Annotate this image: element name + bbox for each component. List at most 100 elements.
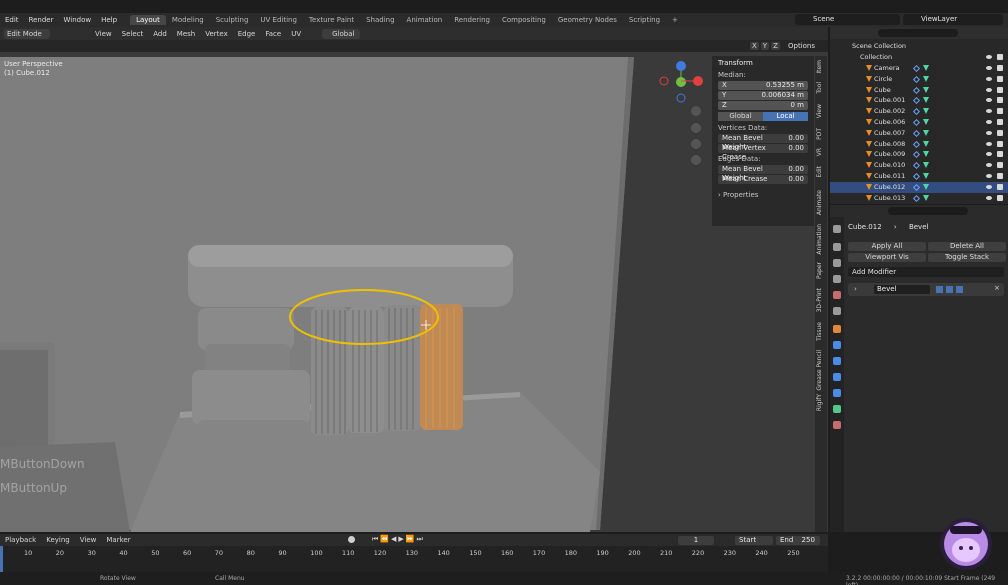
object-tab-icon[interactable] [833, 325, 841, 333]
mesh-data-icon[interactable] [923, 194, 929, 201]
modifier-icon[interactable] [912, 118, 921, 127]
outliner-item[interactable]: Cube.013 [830, 193, 1008, 204]
scene-selector[interactable]: Scene [795, 14, 900, 25]
menu-mesh[interactable]: Mesh [172, 30, 200, 38]
start-frame-field[interactable]: Start 1 [735, 536, 773, 553]
mesh-data-icon[interactable] [923, 129, 929, 136]
close-icon[interactable]: × [994, 284, 1000, 292]
tab-scripting[interactable]: Scripting [623, 15, 666, 25]
tab-texture-paint[interactable]: Texture Paint [303, 15, 360, 25]
viewport-toggle-icon[interactable] [946, 286, 953, 293]
physics-tab-icon[interactable] [833, 373, 841, 381]
render-tab-icon[interactable] [833, 243, 841, 251]
view-layer-tab-icon[interactable] [833, 275, 841, 283]
render-toggle-icon[interactable] [956, 286, 963, 293]
playhead[interactable] [0, 546, 3, 572]
modifier-icon[interactable] [912, 86, 921, 94]
menu-edge[interactable]: Edge [233, 30, 261, 38]
context-object[interactable]: Cube.012 [848, 223, 882, 231]
outliner-item[interactable]: Cube.007 [830, 128, 1008, 139]
eye-icon[interactable] [986, 87, 992, 92]
apply-all-button[interactable]: Apply All [848, 242, 926, 251]
context-modifier[interactable]: Bevel [909, 223, 929, 231]
menu-window[interactable]: Window [58, 16, 96, 24]
world-tab-icon[interactable] [833, 307, 841, 315]
options-button[interactable]: Options [788, 42, 815, 50]
eye-icon[interactable] [986, 66, 992, 70]
camera-icon[interactable] [997, 119, 1003, 125]
modifier-icon[interactable] [912, 183, 921, 191]
menu-edit[interactable]: Edit [0, 16, 24, 24]
view-layer-selector[interactable]: ViewLayer [903, 14, 1003, 25]
mesh-data-icon[interactable] [923, 86, 929, 93]
camera-icon[interactable] [997, 75, 1003, 82]
outliner-item[interactable]: Cube.001 [830, 95, 1008, 106]
modifier-icon[interactable] [912, 140, 921, 148]
menu-uv[interactable]: UV [286, 30, 306, 38]
outliner-item[interactable]: Cube.002 [830, 106, 1008, 117]
eye-icon[interactable] [986, 174, 992, 178]
outliner-scene-collection[interactable]: Scene Collection [830, 41, 1008, 52]
mesh-data-icon[interactable] [923, 65, 929, 71]
material-tab-icon[interactable] [833, 421, 841, 429]
mean-vertex-crease-field[interactable]: Mean Vertex Crease 0.00 [718, 144, 808, 161]
camera-icon[interactable] [997, 183, 1003, 190]
outliner-item[interactable]: Cube.006 [830, 117, 1008, 128]
mesh-data-icon[interactable] [923, 151, 929, 158]
properties-subpanel[interactable]: › Properties [712, 190, 814, 200]
menu-marker[interactable]: Marker [101, 536, 135, 544]
modifier-icon[interactable] [912, 64, 921, 73]
modifier-name-input[interactable]: Bevel [874, 285, 930, 294]
edge-bevel-weight-field[interactable]: Mean Bevel Weight 0.00 [718, 165, 808, 182]
mesh-data-icon[interactable] [923, 183, 929, 190]
mesh-data-icon[interactable] [923, 173, 929, 179]
data-tab-icon[interactable] [833, 405, 841, 413]
record-icon[interactable] [348, 536, 355, 543]
modifier-icon[interactable] [912, 108, 921, 116]
camera-icon[interactable] [997, 162, 1003, 169]
menu-render[interactable]: Render [24, 16, 59, 24]
tab-sculpting[interactable]: Sculpting [210, 15, 255, 25]
constraints-tab-icon[interactable] [833, 389, 841, 397]
outliner-item[interactable]: Cube [830, 85, 1008, 96]
outliner-item[interactable]: Cube.010 [830, 160, 1008, 171]
tab-uv-editing[interactable]: UV Editing [254, 15, 303, 25]
add-modifier-button[interactable]: Add Modifier [848, 267, 1004, 277]
edge-crease-field[interactable]: Mean Crease 0.00 [718, 175, 808, 184]
eye-icon[interactable] [986, 109, 992, 114]
axis-y-toggle[interactable]: Y [760, 42, 770, 50]
tab-animation[interactable]: Animation [401, 15, 449, 25]
global-toggle[interactable]: Global [718, 112, 763, 121]
outliner-item[interactable]: Camera [830, 63, 1008, 74]
outliner-search-input[interactable] [878, 29, 958, 37]
camera-icon[interactable] [997, 86, 1003, 93]
mode-selector[interactable]: Edit Mode [4, 28, 50, 39]
output-tab-icon[interactable] [833, 259, 841, 267]
tab-modeling[interactable]: Modeling [166, 15, 210, 25]
median-y-field[interactable]: Y 0.006034 m [718, 91, 808, 100]
camera-icon[interactable] [997, 140, 1003, 147]
axis-z-toggle[interactable]: Z [771, 42, 780, 50]
tab-rigify[interactable]: RigifY [816, 394, 823, 411]
eye-icon[interactable] [986, 163, 992, 168]
outliner-item[interactable]: Cube.011 [830, 171, 1008, 182]
outliner-item[interactable]: Cube.009 [830, 149, 1008, 160]
mesh-data-icon[interactable] [923, 119, 929, 125]
current-frame-field[interactable]: 1 [678, 536, 714, 545]
particles-tab-icon[interactable] [833, 357, 841, 365]
camera-icon[interactable] [997, 194, 1003, 201]
tab-view[interactable]: View [816, 104, 823, 118]
playback-controls-icon[interactable]: ⏮⏪◀▶⏩⏭ [372, 535, 425, 544]
end-frame-field[interactable]: End 250 [776, 536, 820, 545]
tab-layout[interactable]: Layout [130, 15, 166, 25]
modifier-icon[interactable] [912, 172, 921, 181]
edit-mode-toggle-icon[interactable] [936, 286, 943, 293]
eye-icon[interactable] [986, 184, 992, 189]
eye-icon[interactable] [986, 76, 992, 81]
tab-geometry-nodes[interactable]: Geometry Nodes [552, 15, 623, 25]
modifier-icon[interactable] [912, 194, 921, 202]
median-x-field[interactable]: X 0.53255 m [718, 81, 808, 90]
transform-orientation-selector[interactable]: Global [322, 28, 361, 39]
eye-icon[interactable] [986, 55, 992, 59]
modifier-icon[interactable] [912, 162, 921, 170]
